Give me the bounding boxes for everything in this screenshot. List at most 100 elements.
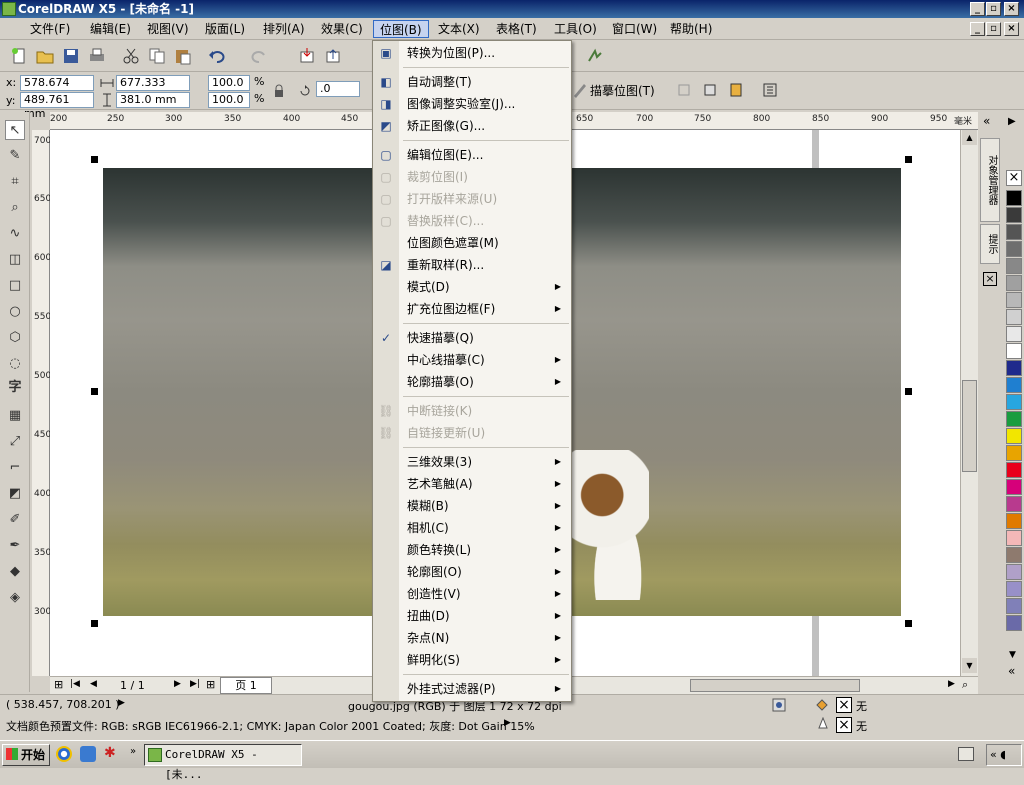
vertical-scroll-thumb[interactable] [962,380,977,472]
color-swatch[interactable] [1006,292,1022,308]
selection-handle[interactable] [91,156,98,163]
color-swatch[interactable] [1006,411,1022,427]
add-page-after-icon[interactable]: ⊞ [206,678,215,691]
scale-y-field[interactable]: 100.0 [208,92,250,108]
bitmap-menu-item[interactable]: 三维效果(3) ▶ [407,452,567,472]
text-tool-icon[interactable]: 字 [5,378,25,398]
doc-close-button[interactable]: × [1004,22,1019,36]
interactive-effects-icon[interactable]: ◩ [5,484,25,504]
outline-pen-icon[interactable]: ✒ [5,536,25,556]
add-page-icon[interactable]: ⊞ [54,678,63,691]
bitmap-menu-item[interactable]: 重新取样(R)... [407,255,567,275]
resample-icon[interactable] [702,82,718,98]
y-position-field[interactable]: 489.761 mm [20,92,94,120]
bitmap-menu-item[interactable]: 自动调整(T) [407,72,567,92]
prev-page-icon[interactable]: ◀ [90,679,97,689]
quicklaunch-more-icon[interactable]: » [130,746,136,757]
menu-window[interactable]: 窗口(W) [606,20,663,38]
bitmap-color-mask-icon[interactable] [728,82,744,98]
ellipse-tool-icon[interactable]: ○ [5,302,25,322]
smart-fill-icon[interactable]: ◫ [5,250,25,270]
color-swatch[interactable] [1006,513,1022,529]
color-swatch[interactable] [1006,326,1022,342]
hints-tab[interactable]: 提示 [980,224,1000,264]
copy-icon[interactable] [148,47,166,65]
color-swatch[interactable] [1006,190,1022,206]
bitmap-menu-item[interactable]: 颜色转换(L) ▶ [407,540,567,560]
palette-expand-icon[interactable]: « [1008,664,1015,678]
menu-help[interactable]: 帮助(H) [664,20,718,38]
trace-bitmap-button[interactable]: 描摹位图(T) [590,82,655,99]
volume-icon[interactable]: ◖ [1000,748,1006,761]
selection-handle[interactable] [91,620,98,627]
color-swatch[interactable] [1006,343,1022,359]
bitmap-menu-item[interactable]: 创造性(V) ▶ [407,584,567,604]
pick-tool-icon[interactable]: ↖ [5,120,25,140]
doc-restore-button[interactable]: ▫ [986,22,1001,36]
crop-tool-icon[interactable]: ⌗ [5,172,25,192]
basic-shapes-icon[interactable]: ◌ [5,354,25,374]
color-swatch[interactable] [1006,581,1022,597]
menu-bitmaps[interactable]: 位图(B) [373,20,429,38]
selection-handle[interactable] [905,388,912,395]
bitmap-menu-item[interactable]: 矫正图像(G)... [407,116,567,136]
bitmap-menu-item[interactable]: 轮廓图(O) ▶ [407,562,567,582]
polygon-tool-icon[interactable]: ⬡ [5,328,25,348]
undo-icon[interactable] [208,47,226,65]
menu-edit[interactable]: 编辑(E) [84,20,137,38]
menu-tools[interactable]: 工具(O) [548,20,603,38]
zoom-navigator-icon[interactable]: ⌕ [962,678,968,692]
trace-options-icon[interactable] [586,47,604,65]
bitmap-menu-item[interactable]: 位图颜色遮罩(M) [407,233,567,253]
new-document-icon[interactable] [10,47,28,65]
zoom-tool-icon[interactable]: ⌕ [5,198,25,218]
color-swatch[interactable] [1006,207,1022,223]
taskbar-coreldraw-button[interactable]: CorelDRAW X5 - [未... [144,744,302,781]
color-swatch[interactable] [1006,309,1022,325]
bitmap-menu-item[interactable]: 转换为位图(P)... [407,43,567,63]
minimize-button[interactable]: _ [970,2,985,16]
redo-icon[interactable] [250,47,268,65]
color-swatch[interactable] [1006,496,1022,512]
crop-bitmap-icon[interactable] [676,82,692,98]
bitmap-menu-item[interactable]: 中心线描摹(C) ▶ [407,350,567,370]
bitmap-menu-item[interactable]: 快速描摹(Q) [407,328,567,348]
trace-bitmap-icon[interactable] [572,82,588,98]
width-field[interactable]: 677.333 mm [116,75,190,103]
color-swatch[interactable] [1006,377,1022,393]
bitmap-menu-item[interactable]: 杂点(N) ▶ [407,628,567,648]
color-swatch[interactable] [1006,258,1022,274]
interactive-fill-icon[interactable]: ◈ [5,588,25,608]
open-folder-icon[interactable] [36,47,54,65]
menu-effects[interactable]: 效果(C) [315,20,369,38]
selection-handle[interactable] [905,620,912,627]
color-swatch[interactable] [1006,479,1022,495]
scale-x-field[interactable]: 100.0 [208,75,250,91]
palette-scroll-down-icon[interactable]: ▼ [1009,650,1016,660]
selection-handle[interactable] [905,156,912,163]
import-icon[interactable] [298,47,316,65]
bitmap-menu-item[interactable]: 鲜明化(S) ▶ [407,650,567,670]
outline-none-swatch[interactable]: × [836,717,852,733]
no-color-swatch[interactable]: × [1006,170,1022,186]
bitmap-menu-item[interactable]: 轮廓描摹(O) ▶ [407,372,567,392]
vertical-scrollbar[interactable]: ▲ ▼ [960,130,978,676]
menu-view[interactable]: 视图(V) [141,20,195,38]
fill-tool-icon[interactable]: ◆ [5,562,25,582]
lock-ratio-icon[interactable] [272,84,286,98]
color-swatch[interactable] [1006,615,1022,631]
quicklaunch-app-icon[interactable]: ✱ [104,745,116,761]
scroll-up-arrow-icon[interactable]: ▲ [962,130,977,145]
scroll-down-arrow-icon[interactable]: ▼ [962,658,977,673]
first-page-icon[interactable]: |◀ [70,679,80,689]
menu-table[interactable]: 表格(T) [490,20,543,38]
color-swatch[interactable] [1006,462,1022,478]
fill-none-swatch[interactable]: × [836,697,852,713]
bitmap-menu-item[interactable]: 图像调整实验室(J)... [407,94,567,114]
profile-expand-icon[interactable]: ▶ [504,718,511,728]
restore-button[interactable]: ▫ [986,2,1001,16]
bitmap-menu-item[interactable]: 相机(C) ▶ [407,518,567,538]
color-swatch[interactable] [1006,241,1022,257]
ie-icon[interactable] [80,746,96,762]
dimension-tool-icon[interactable]: ⤢ [5,432,25,452]
